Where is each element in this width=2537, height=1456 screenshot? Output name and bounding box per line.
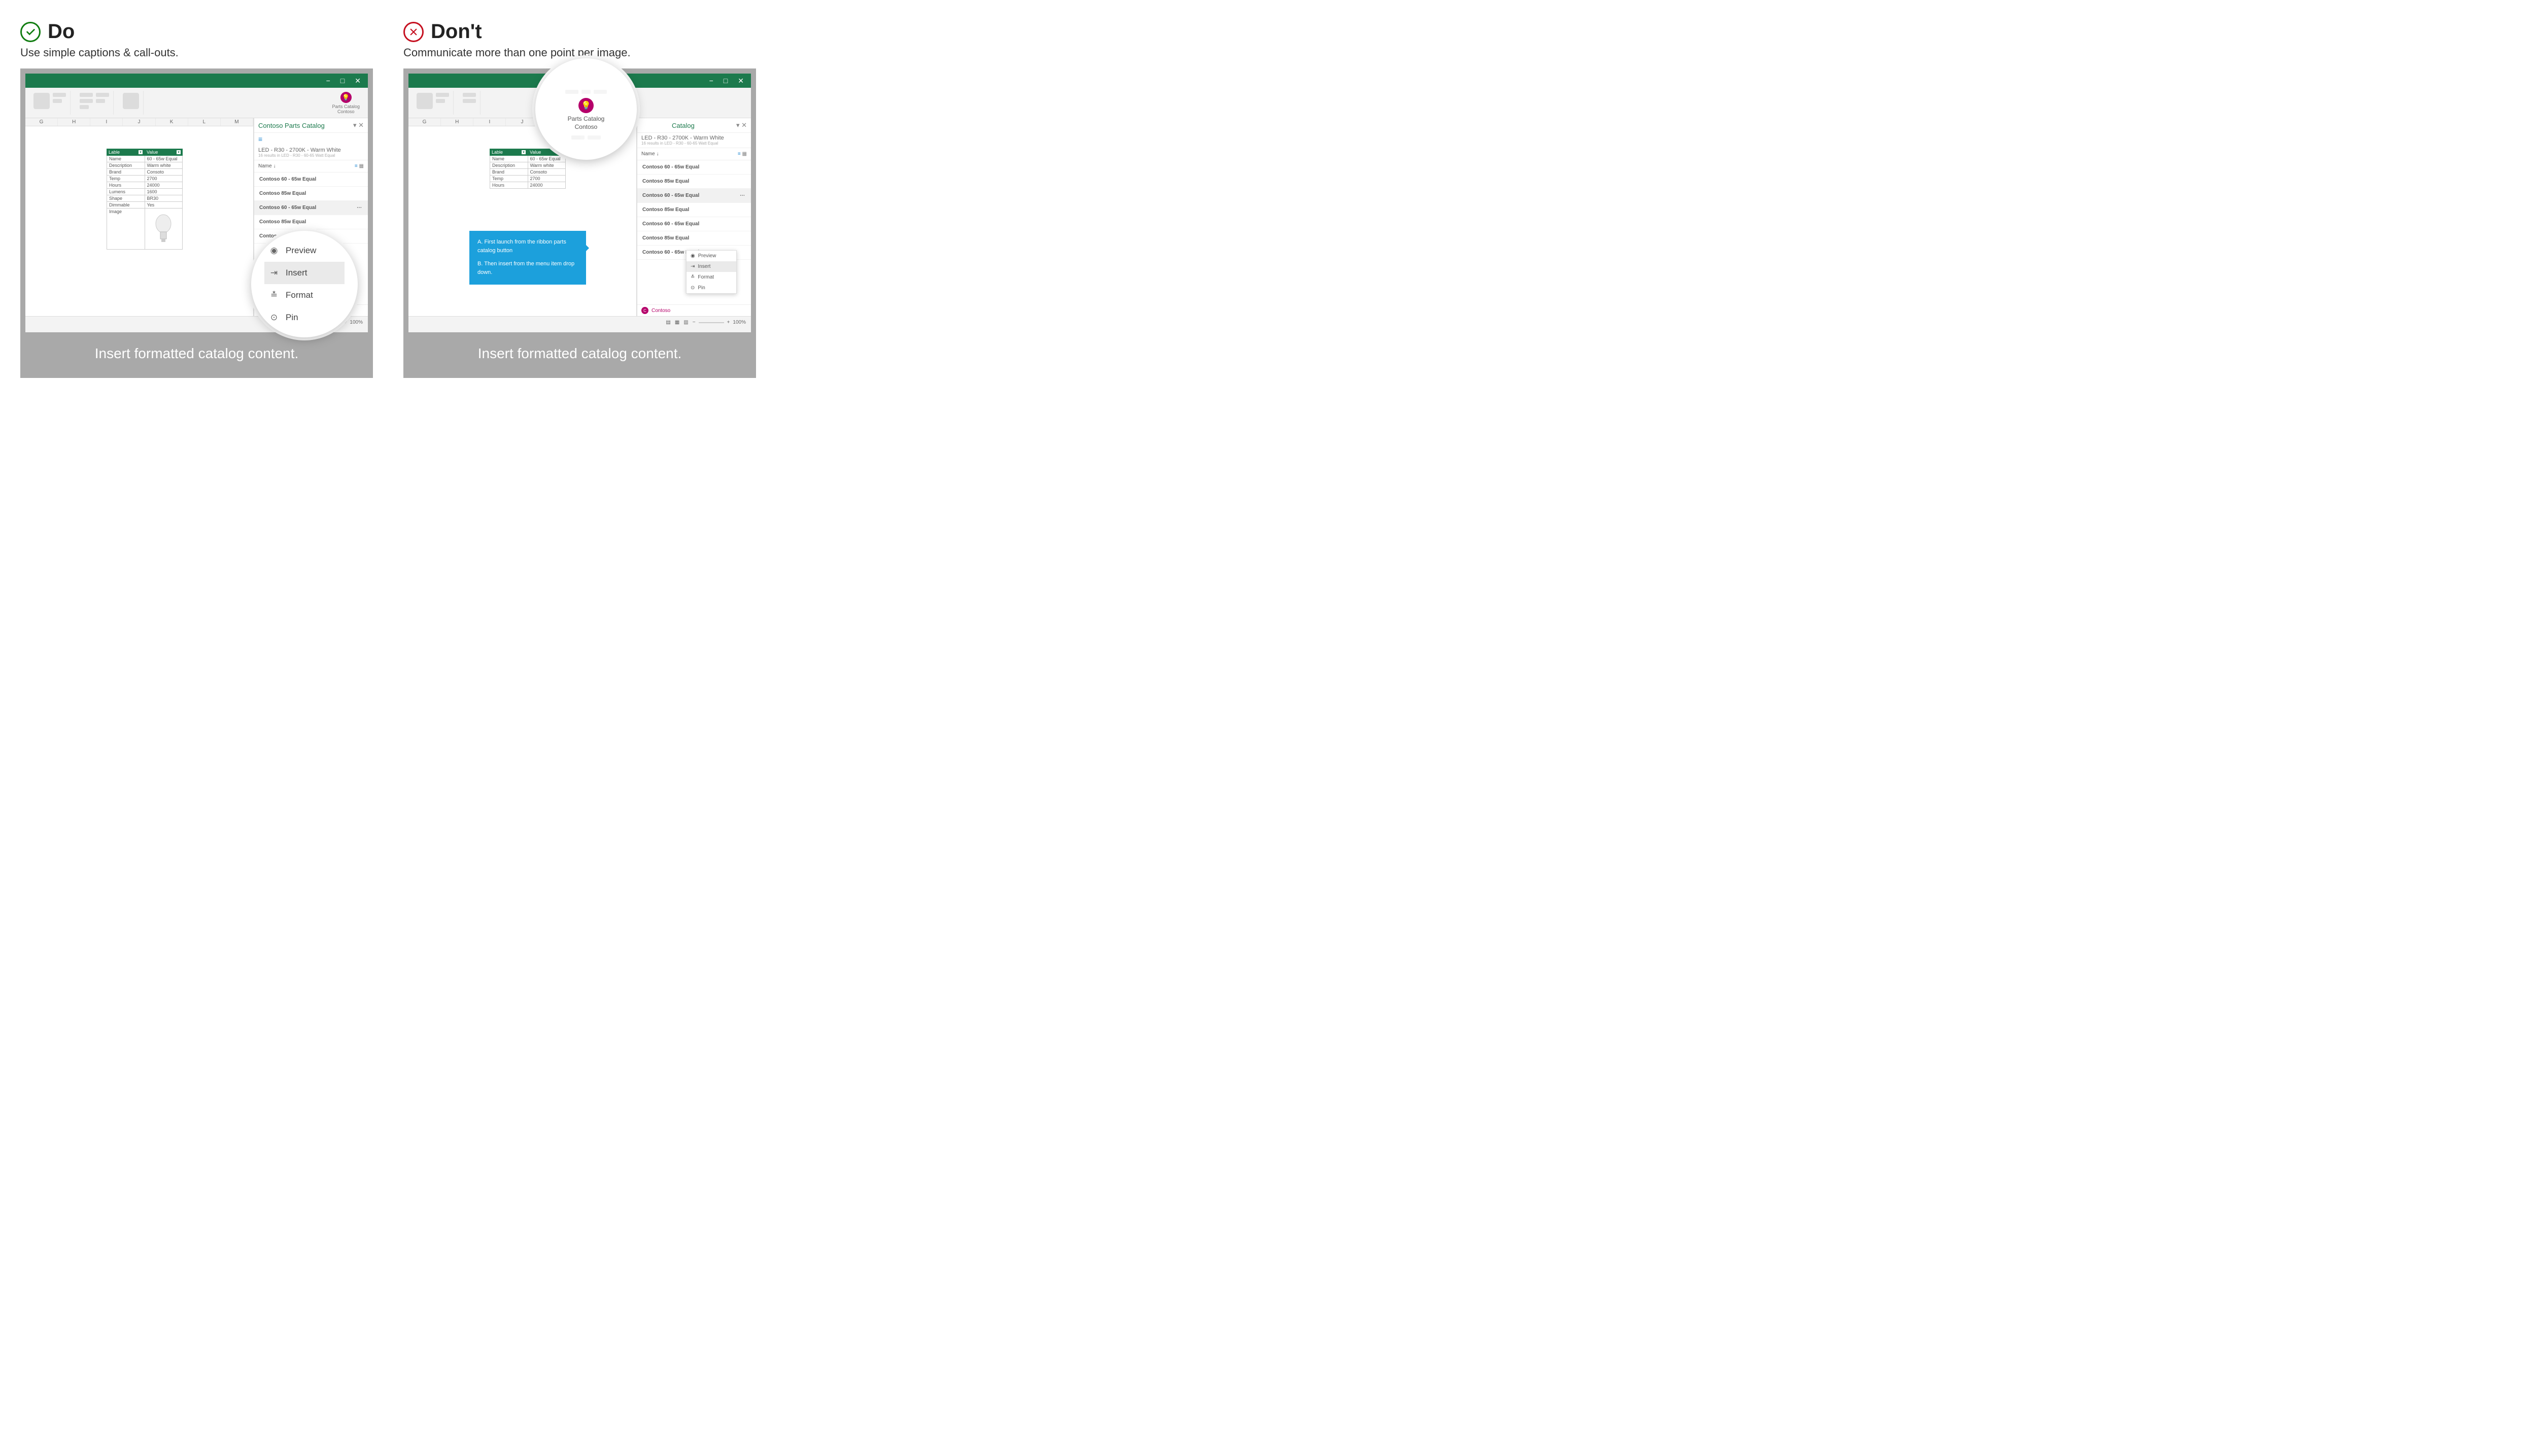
check-icon <box>20 22 41 42</box>
list-item[interactable]: Contoso 60 - 65w Equal⋯ <box>637 189 751 203</box>
inserted-table: Lable▾ Value▾ Name60 - 65w Equal Descrip… <box>490 149 566 189</box>
filter-icon[interactable]: ▾ <box>177 150 181 154</box>
x-icon <box>403 22 424 42</box>
menu-format[interactable]: ≛Format <box>687 272 736 283</box>
column-headers: GHIJKLM <box>25 118 253 126</box>
zoom-out-icon[interactable]: − <box>693 320 696 325</box>
zoom-in-icon[interactable]: + <box>344 320 347 325</box>
ribbon-addin-button[interactable]: 💡 Parts Catalog Contoso <box>328 91 364 115</box>
pane-close-icon[interactable]: ✕ <box>741 121 747 129</box>
window-titlebar: − □ ✕ <box>25 74 368 88</box>
close-icon[interactable]: ✕ <box>355 77 361 84</box>
spreadsheet-grid[interactable]: GHIJKLM Lable▾ Value▾ Name60 - 65w Equal… <box>25 118 254 316</box>
preview-icon: ◉ <box>691 253 695 259</box>
grid-view-icon[interactable]: ▦ <box>359 163 364 169</box>
maximize-icon[interactable]: □ <box>724 77 728 84</box>
menu-preview[interactable]: ◉Preview <box>687 251 736 261</box>
list-item[interactable]: Contoso 85w Equal <box>637 175 751 189</box>
inserted-table: Lable▾ Value▾ Name60 - 65w Equal Descrip… <box>107 149 183 250</box>
dont-caption: Insert formatted catalog content. <box>408 332 751 373</box>
breadcrumb: LED - R30 - 2700K - Warm White <box>641 135 747 141</box>
minimize-icon[interactable]: − <box>709 77 713 84</box>
pane-title: Contoso Parts Catalog <box>258 122 325 129</box>
filter-icon[interactable]: ▾ <box>139 150 143 154</box>
more-icon[interactable]: ⋯ <box>357 205 363 211</box>
context-menu: ◉Preview ⇥Insert ≛Format ⊙Pin <box>686 250 737 294</box>
status-bar: ▤ ▦ ▥ − +100% <box>408 316 751 328</box>
dont-heading: Don't <box>431 20 482 43</box>
product-image <box>145 209 183 249</box>
do-subtitle: Use simple captions & call-outs. <box>20 46 373 59</box>
format-icon: ≛ <box>691 274 695 280</box>
list-item[interactable]: Contoso 85w Equal <box>637 203 751 217</box>
more-icon[interactable]: ⋯ <box>740 193 746 198</box>
minimize-icon[interactable]: − <box>326 77 330 84</box>
insert-icon: ⇥ <box>691 264 695 269</box>
avatar: C <box>641 307 648 314</box>
menu-preview[interactable]: ◉Preview <box>264 239 345 262</box>
magnifier-ribbon-button: 💡 Parts Catalog Contoso <box>535 58 637 160</box>
filter-icon[interactable]: ▾ <box>522 150 526 154</box>
list-item[interactable]: Contoso 85w Equal <box>254 187 368 201</box>
dont-column: Don't Communicate more than one point pe… <box>403 20 756 378</box>
insert-icon: ⇥ <box>268 268 280 278</box>
zoom-in-icon[interactable]: + <box>727 320 730 325</box>
close-icon[interactable]: ✕ <box>738 77 744 84</box>
menu-pin[interactable]: ⊙Pin <box>264 306 345 329</box>
grid-view-icon[interactable]: ▦ <box>742 151 747 157</box>
hamburger-icon[interactable]: ≡ <box>254 133 368 145</box>
breadcrumb: LED - R30 - 2700K - Warm White <box>258 147 364 153</box>
lightbulb-icon: 💡 <box>578 98 594 113</box>
pane-close-icon[interactable]: ✕ <box>358 121 364 129</box>
list-view-icon[interactable]: ≡ <box>738 151 741 157</box>
list-item[interactable]: Contoso 60 - 65w Equal <box>637 160 751 175</box>
lightbulb-icon: 💡 <box>340 92 352 103</box>
dont-subtitle: Communicate more than one point per imag… <box>403 46 756 59</box>
menu-pin[interactable]: ⊙Pin <box>687 283 736 293</box>
do-heading: Do <box>48 20 75 43</box>
footer-user: Contoso <box>652 308 670 314</box>
maximize-icon[interactable]: □ <box>340 77 345 84</box>
zoom-level: 100% <box>350 320 363 325</box>
sort-icon[interactable]: ↓ <box>656 151 659 157</box>
menu-format[interactable]: ≛Format <box>264 284 345 306</box>
zoom-level: 100% <box>733 320 746 325</box>
pane-title: Catalog <box>641 122 695 129</box>
view-normal-icon[interactable]: ▤ <box>666 320 670 325</box>
format-icon: ≛ <box>268 290 280 300</box>
list-item[interactable]: Contoso 60 - 65w Equal <box>254 172 368 187</box>
pin-icon: ⊙ <box>691 285 695 291</box>
menu-insert[interactable]: ⇥Insert <box>264 262 345 284</box>
do-caption: Insert formatted catalog content. <box>25 332 368 373</box>
list-item[interactable]: Contoso 85w Equal <box>637 231 751 246</box>
magnifier-context-menu: ◉Preview ⇥Insert ≛Format ⊙Pin <box>251 231 358 337</box>
list-view-icon[interactable]: ≡ <box>355 163 358 169</box>
pin-icon: ⊙ <box>268 313 280 323</box>
instruction-callout: A. First launch from the ribbon parts ca… <box>469 231 586 285</box>
dont-frame: − □ ✕ GHIJKLM <box>403 68 756 378</box>
menu-insert[interactable]: ⇥Insert <box>687 261 736 272</box>
list-item[interactable]: Contoso 60 - 65w Equal <box>637 217 751 231</box>
sort-icon[interactable]: ↓ <box>273 163 276 169</box>
preview-icon: ◉ <box>268 246 280 256</box>
list-item[interactable]: Contoso 60 - 65w Equal⋯ <box>254 201 368 215</box>
view-break-icon[interactable]: ▥ <box>683 320 688 325</box>
view-layout-icon[interactable]: ▦ <box>675 320 679 325</box>
ribbon: 💡 Parts Catalog Contoso <box>25 88 368 118</box>
list-item[interactable]: Contoso 85w Equal <box>254 215 368 229</box>
do-frame: − □ ✕ 💡 Parts Catalog Contoso <box>20 68 373 378</box>
do-column: Do Use simple captions & call-outs. − □ … <box>20 20 373 378</box>
